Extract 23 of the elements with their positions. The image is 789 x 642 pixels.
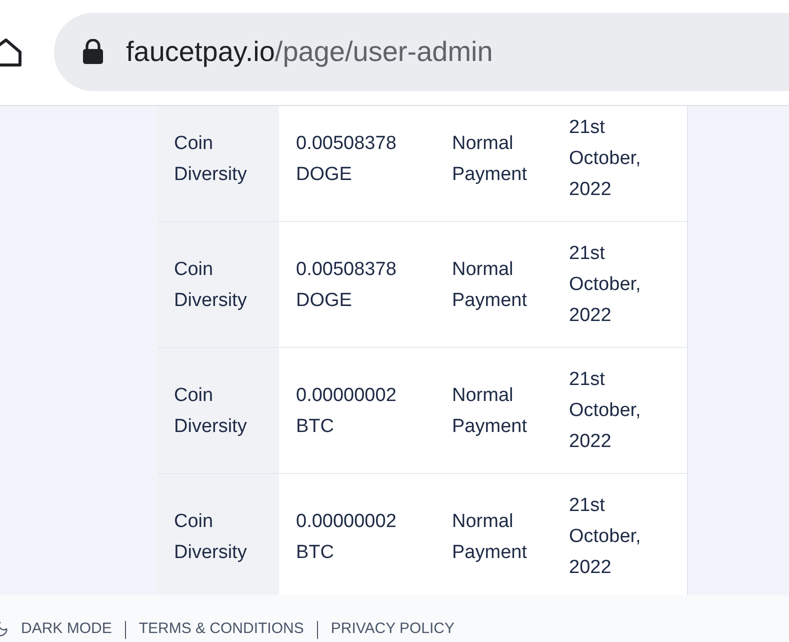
table-cell-text: 21st October, 2022 xyxy=(569,494,642,580)
table-cell-text: 0.00000002 BTC xyxy=(296,510,398,564)
table-cell-text: 0.00508378 DOGE xyxy=(296,132,398,186)
table-cell-text: Coin Diversity xyxy=(174,258,248,312)
url-text: faucetpay.io/page/user-admin xyxy=(126,34,493,69)
footer-link[interactable]: TERMS & CONDITIONS xyxy=(138,618,304,640)
table-cell-text: 21st October, 2022 xyxy=(569,242,642,328)
table-cell-text: Coin Diversity xyxy=(174,384,248,438)
footer-link[interactable]: PRIVACY POLICY xyxy=(330,618,455,640)
table-cell-text: Coin Diversity xyxy=(174,132,248,186)
home-icon[interactable] xyxy=(0,38,24,68)
table-cell-text: 0.00508378 DOGE xyxy=(296,258,398,312)
table-cell-text: Normal Payment xyxy=(452,132,528,186)
table-cell-text: Normal Payment xyxy=(452,384,528,438)
table-cell-text: 0.00000002 BTC xyxy=(296,384,398,438)
table-cell-text: Normal Payment xyxy=(452,258,528,312)
footer-link[interactable]: DARK MODE xyxy=(21,618,112,640)
table-cell-text: 21st October, 2022 xyxy=(569,116,642,202)
lock-icon xyxy=(82,38,104,64)
table-cell-text: Normal Payment xyxy=(452,510,528,564)
table-cell-text: 21st October, 2022 xyxy=(569,368,642,454)
table-cell-text: Coin Diversity xyxy=(174,510,248,564)
address-bar[interactable]: faucetpay.io/page/user-admin xyxy=(54,12,789,90)
